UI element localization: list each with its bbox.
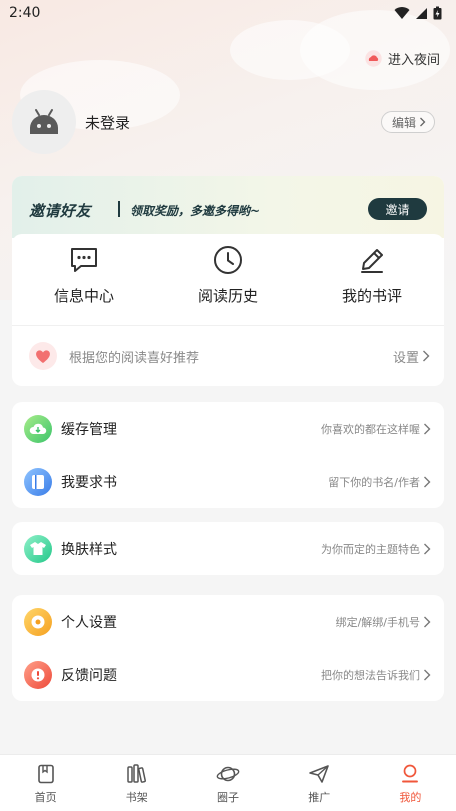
wifi-icon <box>394 7 410 20</box>
profile-icon <box>402 764 419 783</box>
invite-subtitle: 领取奖励，多邀多得哟~ <box>130 204 261 218</box>
menu-card-account: 个人设置 绑定/解绑/手机号 反馈问题 把你的想法告诉我们 <box>12 595 444 701</box>
signal-icon <box>416 7 427 19</box>
menu-card-storage: 缓存管理 你喜欢的都在这样喔 我要求书 留下你的书名/作者 <box>12 402 444 508</box>
clock-icon <box>214 246 242 274</box>
menu-hint: 你喜欢的都在这样喔 <box>321 421 431 437</box>
recommend-text: 根据您的阅读喜好推荐 <box>69 350 200 366</box>
chevron-right-icon <box>424 476 431 487</box>
menu-label: 个人设置 <box>61 614 117 631</box>
menu-label: 我要求书 <box>61 474 117 491</box>
menu-cache-management[interactable]: 缓存管理 你喜欢的都在这样喔 <box>12 402 444 455</box>
cloud-download-icon <box>24 414 52 443</box>
feedback-icon <box>24 660 52 689</box>
tab-label: 首页 <box>34 791 57 804</box>
menu-feedback[interactable]: 反馈问题 把你的想法告诉我们 <box>12 648 444 701</box>
menu-label: 反馈问题 <box>61 667 117 684</box>
bottom-tab-bar: 首页 书架 圈子 推广 我的 <box>0 754 456 811</box>
quick-label: 我的书评 <box>341 287 402 305</box>
tab-label: 圈子 <box>217 791 239 804</box>
quick-message-center[interactable]: 信息中心 <box>12 234 156 326</box>
quick-label: 阅读历史 <box>197 287 258 305</box>
quick-my-reviews[interactable]: 我的书评 <box>300 234 444 326</box>
menu-card-theme: 换肤样式 为你而定的主题特色 <box>12 522 444 575</box>
tab-mine[interactable]: 我的 <box>365 755 456 811</box>
night-mode-label: 进入夜间 <box>387 52 440 68</box>
menu-hint-text: 留下你的书名/作者 <box>328 475 420 489</box>
menu-hint-text: 把你的想法告诉我们 <box>321 668 420 682</box>
chevron-right-icon <box>423 350 430 362</box>
robot-avatar-icon <box>30 109 58 134</box>
quick-label: 信息中心 <box>53 287 114 305</box>
message-icon <box>71 248 97 272</box>
menu-personal-settings[interactable]: 个人设置 绑定/解绑/手机号 <box>12 595 444 648</box>
tab-label: 我的 <box>399 791 422 804</box>
edit-profile-button[interactable]: 编辑 <box>380 111 435 133</box>
login-status[interactable]: 未登录 <box>85 112 130 133</box>
invite-title: 邀请好友 <box>29 202 92 220</box>
status-bar: 2:40 <box>0 0 456 26</box>
menu-hint: 把你的想法告诉我们 <box>321 667 431 683</box>
menu-skin-style[interactable]: 换肤样式 为你而定的主题特色 <box>12 522 444 575</box>
avatar[interactable] <box>12 90 76 154</box>
tab-home[interactable]: 首页 <box>0 755 91 811</box>
recommend-settings[interactable]: 设置 <box>393 347 430 366</box>
menu-hint-text: 为你而定的主题特色 <box>321 542 420 556</box>
menu-hint-text: 你喜欢的都在这样喔 <box>321 422 420 436</box>
settings-icon <box>24 607 52 636</box>
tab-circle[interactable]: 圈子 <box>182 755 273 811</box>
bookshelf-icon <box>127 764 146 783</box>
profile-header: 未登录 编辑 <box>12 90 444 156</box>
chevron-right-icon <box>424 669 431 680</box>
night-mode-button[interactable]: 进入夜间 <box>365 47 440 69</box>
menu-label: 换肤样式 <box>61 541 117 558</box>
menu-hint: 留下你的书名/作者 <box>328 474 431 490</box>
paper-plane-icon <box>309 765 330 783</box>
heart-icon <box>29 342 57 370</box>
book-icon <box>24 467 52 496</box>
quick-reading-history[interactable]: 阅读历史 <box>156 234 300 326</box>
chevron-right-icon <box>424 616 431 627</box>
top-card: 邀请好友 领取奖励，多邀多得哟~ 邀请 信息中心 阅读历史 我的书评 根据您的阅… <box>12 176 444 386</box>
battery-icon <box>433 6 442 20</box>
invite-divider <box>118 201 120 217</box>
status-time: 2:40 <box>9 5 41 21</box>
tab-bookshelf[interactable]: 书架 <box>91 755 182 811</box>
recommend-row[interactable]: 根据您的阅读喜好推荐 设置 <box>12 326 444 386</box>
menu-hint: 绑定/解绑/手机号 <box>336 614 431 630</box>
tab-label: 书架 <box>125 791 148 804</box>
menu-hint: 为你而定的主题特色 <box>321 541 431 557</box>
invite-button[interactable]: 邀请 <box>368 198 427 220</box>
invite-banner[interactable]: 邀请好友 领取奖励，多邀多得哟~ 邀请 <box>12 176 444 238</box>
chevron-right-icon <box>424 543 431 554</box>
moon-cloud-icon <box>365 49 382 67</box>
tab-promote[interactable]: 推广 <box>274 755 365 811</box>
edit-label: 编辑 <box>391 115 416 130</box>
tab-label: 推广 <box>308 791 331 804</box>
menu-request-book[interactable]: 我要求书 留下你的书名/作者 <box>12 455 444 508</box>
planet-icon <box>216 766 240 782</box>
quick-actions: 信息中心 阅读历史 我的书评 <box>12 234 444 326</box>
home-book-icon <box>37 764 54 784</box>
menu-label: 缓存管理 <box>61 421 117 438</box>
pencil-icon <box>361 249 383 273</box>
menu-hint-text: 绑定/解绑/手机号 <box>335 615 420 629</box>
chevron-right-icon <box>420 117 426 127</box>
recommend-action: 设置 <box>392 350 419 366</box>
chevron-right-icon <box>424 423 431 434</box>
shirt-icon <box>24 534 52 563</box>
